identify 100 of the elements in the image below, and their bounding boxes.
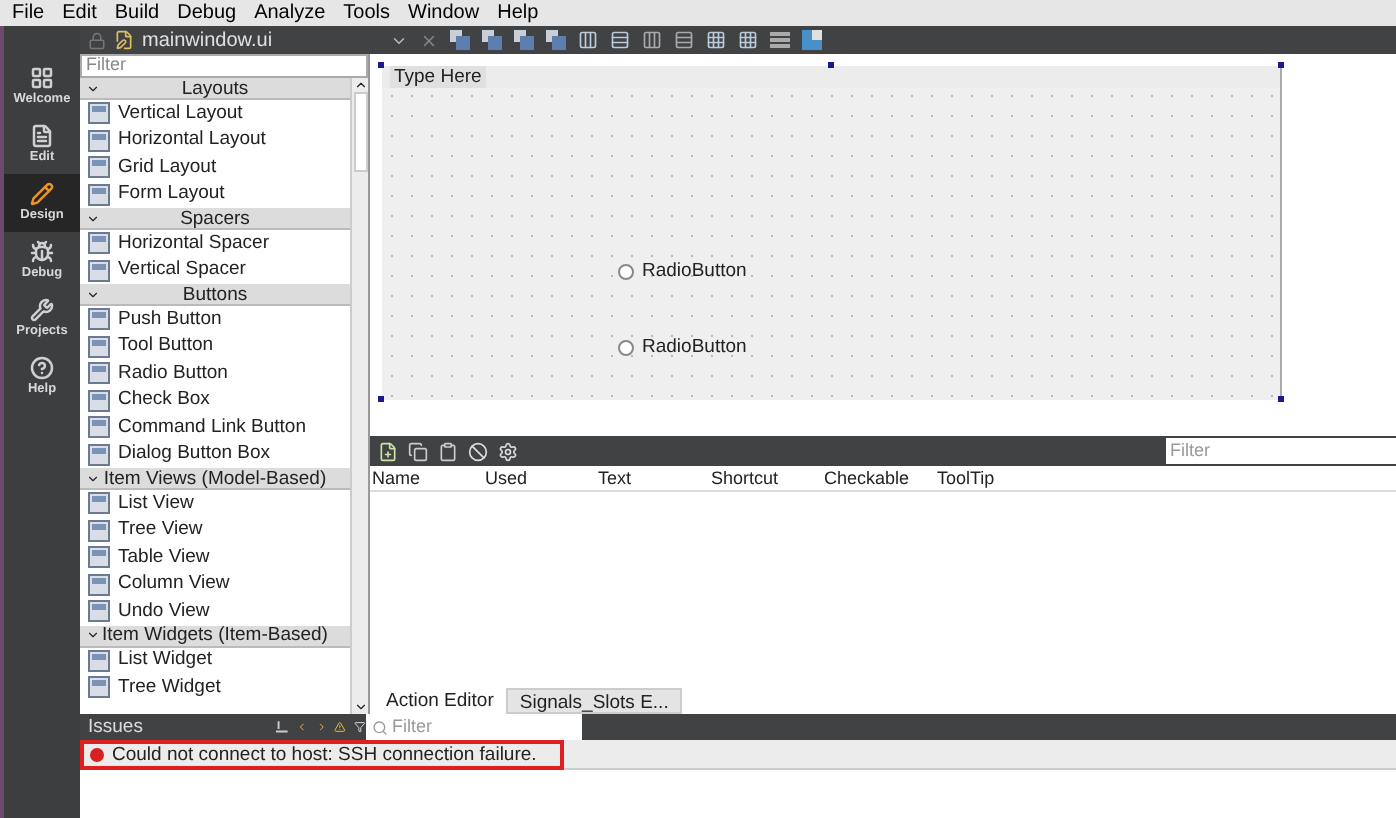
widget-icon xyxy=(88,573,110,596)
widget-item[interactable]: Tree View xyxy=(80,517,350,544)
widget-stack-icon[interactable] xyxy=(482,30,502,50)
widget-icon xyxy=(88,416,110,439)
action-filter-field[interactable]: Filter xyxy=(1166,438,1396,464)
radio-label: RadioButton xyxy=(642,260,747,284)
help-icon xyxy=(30,356,54,380)
adjust-size-icon[interactable] xyxy=(802,30,822,50)
filter-icon[interactable] xyxy=(354,718,366,736)
widget-icon xyxy=(88,546,110,569)
paste-icon[interactable] xyxy=(438,441,458,461)
issues-filter-field[interactable]: Filter xyxy=(366,714,582,740)
column-header[interactable]: Name xyxy=(370,466,483,490)
widget-item[interactable]: Tool Button xyxy=(80,333,350,360)
next-icon[interactable] xyxy=(315,718,327,736)
widget-icon xyxy=(88,492,110,515)
scrollbar-thumb[interactable] xyxy=(353,92,367,172)
bug-icon xyxy=(30,240,54,264)
previous-icon[interactable] xyxy=(295,718,308,736)
widget-icon xyxy=(88,649,110,672)
category-header[interactable]: Item Views (Model-Based) xyxy=(80,468,350,490)
selection-handle[interactable] xyxy=(378,396,384,402)
widget-stack-icon[interactable] xyxy=(450,30,470,50)
collapse-caret-icon xyxy=(86,471,100,485)
widget-icon xyxy=(88,129,110,152)
break-layout-icon[interactable] xyxy=(770,30,790,50)
widget-item[interactable]: Horizontal Spacer xyxy=(80,230,350,257)
widget-stack-icon[interactable] xyxy=(546,30,566,50)
widget-icon xyxy=(88,443,110,466)
menu-placeholder[interactable]: Type Here xyxy=(390,66,486,88)
widget-item[interactable]: Column View xyxy=(80,571,350,598)
widget-item[interactable]: List View xyxy=(80,490,350,517)
menu-item[interactable]: Analyze xyxy=(254,1,326,25)
column-header[interactable]: ToolTip xyxy=(935,466,1048,490)
menu-item[interactable]: File xyxy=(12,1,45,25)
category-header[interactable]: Item Widgets (Item-Based) xyxy=(80,625,350,647)
scroll-up-icon[interactable] xyxy=(353,78,367,92)
copy-icon[interactable] xyxy=(408,441,428,461)
column-header[interactable]: Shortcut xyxy=(709,466,822,490)
widget-icon xyxy=(88,335,110,358)
widget-item[interactable]: Command Link Button xyxy=(80,414,350,441)
menu-item[interactable]: Build xyxy=(114,1,160,25)
widget-item[interactable]: Grid Layout xyxy=(80,154,350,181)
selection-handle[interactable] xyxy=(1278,396,1284,402)
radio-button[interactable] xyxy=(618,264,634,280)
delete-icon[interactable] xyxy=(468,441,488,461)
widget-item[interactable]: Push Button xyxy=(80,306,350,333)
widget-icon xyxy=(88,259,110,282)
wrench-icon xyxy=(30,298,54,322)
widget-item[interactable]: Radio Button xyxy=(80,360,350,387)
menu-item[interactable]: Window xyxy=(408,1,480,25)
widget-item[interactable]: Form Layout xyxy=(80,181,350,208)
editor-tab[interactable]: Signals_Slots E... xyxy=(505,688,683,714)
vertical-layout-icon[interactable] xyxy=(610,30,630,50)
warning-icon[interactable] xyxy=(334,718,347,736)
column-header[interactable]: Checkable xyxy=(822,466,935,490)
widget-icon xyxy=(88,183,110,206)
radio-button[interactable] xyxy=(618,340,634,356)
filter-input[interactable]: Filter xyxy=(392,715,572,739)
widget-icon xyxy=(88,102,110,125)
widget-item[interactable]: Vertical Layout xyxy=(80,100,350,127)
widget-item[interactable]: Tree Widget xyxy=(80,674,350,701)
menu-item[interactable]: Help xyxy=(497,1,539,25)
widget-item[interactable]: Horizontal Layout xyxy=(80,127,350,154)
column-header[interactable]: Text xyxy=(596,466,709,490)
widget-icon xyxy=(88,519,110,542)
scrollbar[interactable] xyxy=(350,78,368,714)
column-header[interactable]: Used xyxy=(483,466,596,490)
widget-item[interactable]: Vertical Spacer xyxy=(80,257,350,284)
issues-title: Issues xyxy=(86,715,145,739)
widget-icon xyxy=(88,389,110,412)
category-header[interactable]: Spacers xyxy=(80,208,350,230)
menu-item[interactable]: Edit xyxy=(62,1,97,25)
form-layout-icon[interactable] xyxy=(706,30,726,50)
filter-field[interactable]: Filter xyxy=(80,54,368,78)
category-header[interactable]: Layouts xyxy=(80,78,350,100)
close-icon[interactable] xyxy=(420,31,438,49)
widget-item[interactable]: Check Box xyxy=(80,387,350,414)
category-header[interactable]: Buttons xyxy=(80,284,350,306)
pencil-icon xyxy=(30,182,54,206)
widget-icon xyxy=(88,362,110,385)
selection-handle[interactable] xyxy=(378,62,384,68)
menu-item[interactable]: Debug xyxy=(177,1,237,25)
selection-handle[interactable] xyxy=(828,62,834,68)
widget-item[interactable]: Table View xyxy=(80,544,350,571)
grid-layout-icon[interactable] xyxy=(738,30,758,50)
settings-icon[interactable] xyxy=(498,441,518,461)
scroll-down-icon[interactable] xyxy=(353,700,367,714)
error-icon xyxy=(90,748,104,762)
widget-item[interactable]: Undo View xyxy=(80,598,350,625)
horizontal-layout-icon[interactable] xyxy=(578,30,598,50)
menu-item[interactable]: Tools xyxy=(343,1,391,25)
widget-item[interactable]: List Widget xyxy=(80,647,350,674)
collapse-caret-icon xyxy=(86,628,100,642)
new-action-icon[interactable] xyxy=(378,441,398,461)
widget-item[interactable]: Dialog Button Box xyxy=(80,441,350,468)
widget-stack-icon[interactable] xyxy=(514,30,534,50)
selection-handle[interactable] xyxy=(1278,62,1284,68)
issue-row[interactable]: Could not connect to host: SSH connection failure. xyxy=(80,740,565,770)
doc-icon xyxy=(30,124,54,148)
